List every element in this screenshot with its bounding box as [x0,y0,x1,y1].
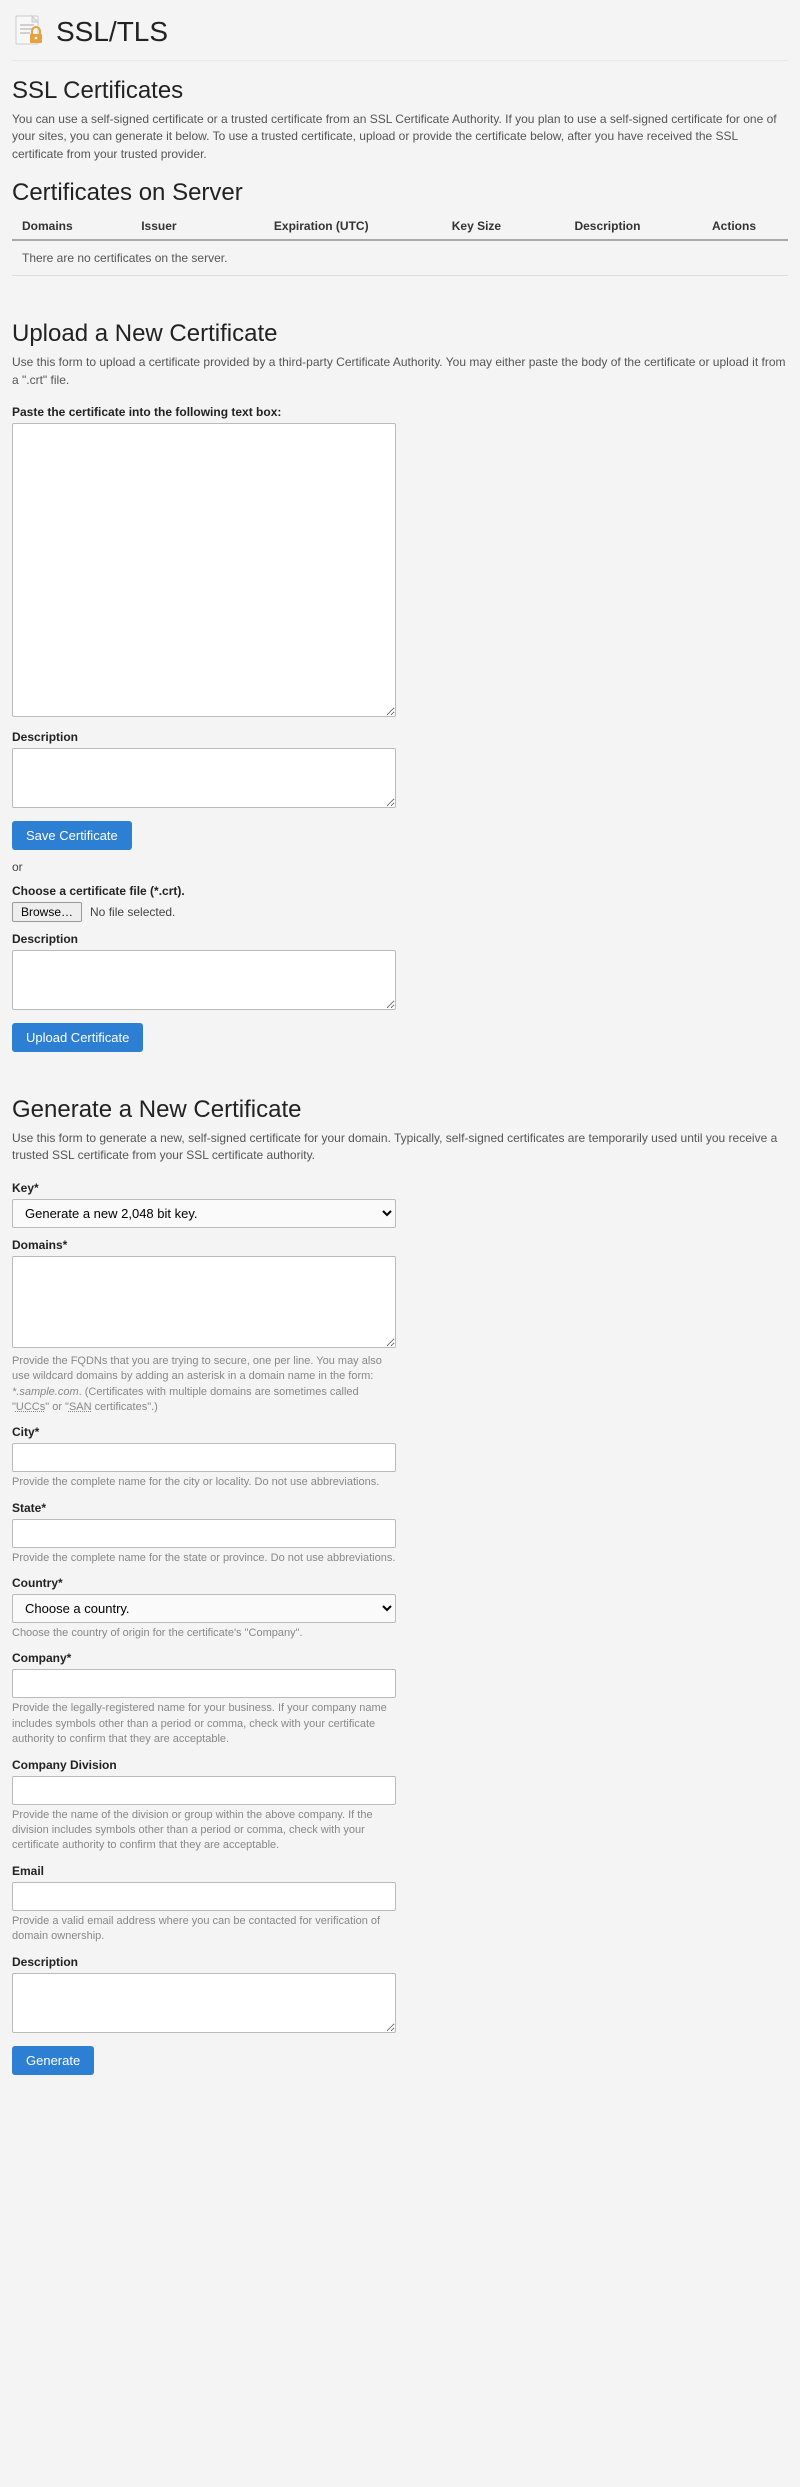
browse-button[interactable]: Browse… [12,902,82,922]
key-label: Key* [12,1181,788,1195]
file-status: No file selected. [90,905,175,919]
certificates-table: Domains Issuer Expiration (UTC) Key Size… [12,213,788,276]
ssltls-icon [12,14,48,50]
paste-cert-label: Paste the certificate into the following… [12,405,788,419]
paste-cert-textarea[interactable] [12,423,396,717]
upload-desc2-textarea[interactable] [12,950,396,1010]
or-separator: or [12,860,788,874]
domains-label: Domains* [12,1238,788,1252]
upload-desc-textarea[interactable] [12,748,396,808]
col-keysize[interactable]: Key Size [418,213,535,240]
upload-desc-label: Description [12,730,788,744]
company-label: Company* [12,1651,788,1665]
domains-help: Provide the FQDNs that you are trying to… [12,1354,396,1416]
save-certificate-button[interactable]: Save Certificate [12,821,132,850]
page-header: SSL/TLS [12,8,788,61]
country-label: Country* [12,1576,788,1590]
company-help: Provide the legally-registered name for … [12,1701,396,1747]
generate-desc: Use this form to generate a new, self-si… [12,1130,788,1165]
country-help: Choose the country of origin for the cer… [12,1626,396,1641]
email-input[interactable] [12,1882,396,1911]
page-title: SSL/TLS [56,16,168,48]
ssl-certificates-desc: You can use a self-signed certificate or… [12,111,788,163]
state-label: State* [12,1501,788,1515]
gen-desc-label: Description [12,1955,788,1969]
col-expiration[interactable]: Expiration (UTC) [225,213,418,240]
city-input[interactable] [12,1443,396,1472]
col-domains[interactable]: Domains [12,213,131,240]
company-input[interactable] [12,1669,396,1698]
upload-heading: Upload a New Certificate [12,320,788,348]
col-issuer[interactable]: Issuer [131,213,224,240]
col-actions[interactable]: Actions [680,213,788,240]
division-label: Company Division [12,1758,788,1772]
email-help: Provide a valid email address where you … [12,1914,396,1945]
col-description[interactable]: Description [535,213,680,240]
city-label: City* [12,1425,788,1439]
generate-button[interactable]: Generate [12,2046,94,2075]
state-input[interactable] [12,1519,396,1548]
upload-desc2-label: Description [12,932,788,946]
division-input[interactable] [12,1776,396,1805]
country-select[interactable]: Choose a country. [12,1594,396,1623]
division-help: Provide the name of the division or grou… [12,1808,396,1854]
upload-certificate-button[interactable]: Upload Certificate [12,1023,143,1052]
ssl-certificates-heading: SSL Certificates [12,77,788,105]
certs-on-server-heading: Certificates on Server [12,179,788,207]
upload-desc: Use this form to upload a certificate pr… [12,354,788,389]
state-help: Provide the complete name for the state … [12,1551,396,1566]
generate-heading: Generate a New Certificate [12,1096,788,1124]
email-label: Email [12,1864,788,1878]
domains-textarea[interactable] [12,1256,396,1348]
certs-empty-message: There are no certificates on the server. [12,240,788,276]
key-select[interactable]: Generate a new 2,048 bit key. [12,1199,396,1228]
gen-desc-textarea[interactable] [12,1973,396,2033]
city-help: Provide the complete name for the city o… [12,1475,396,1490]
choose-file-label: Choose a certificate file (*.crt). [12,884,788,898]
